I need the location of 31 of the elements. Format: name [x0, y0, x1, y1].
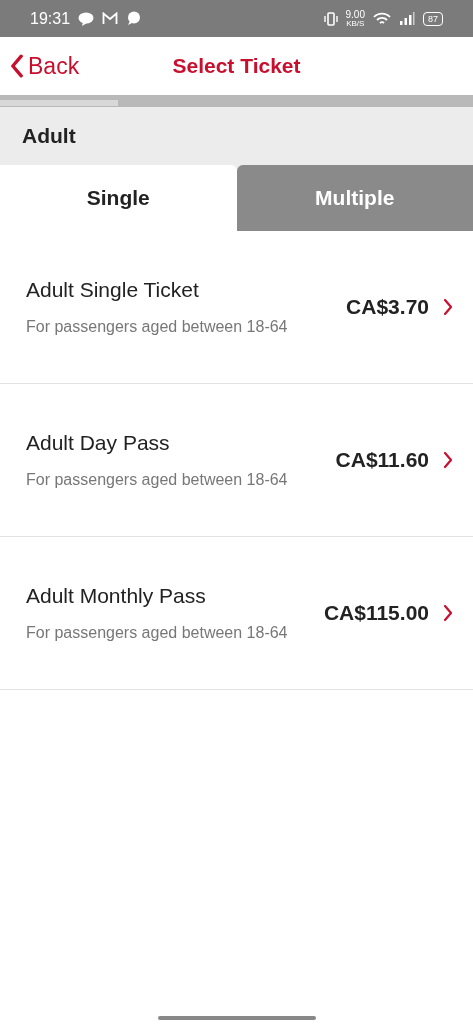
ticket-description: For passengers aged between 18-64	[26, 624, 289, 642]
chevron-right-icon	[443, 604, 453, 622]
section-heading: Adult	[0, 107, 473, 165]
speed-unit: KB/S	[346, 19, 365, 28]
signal-icon	[399, 12, 415, 25]
ticket-row[interactable]: Adult Monthly Pass For passengers aged between 18-64 CA$115.00	[0, 537, 473, 690]
chevron-right-icon	[443, 451, 453, 469]
battery-icon: 87	[423, 11, 443, 26]
chat-icon	[78, 11, 95, 26]
ticket-row[interactable]: Adult Day Pass For passengers aged between 18-64 CA$11.60	[0, 384, 473, 537]
back-button[interactable]: Back	[10, 52, 80, 80]
ticket-description: For passengers aged between 18-64	[26, 471, 289, 489]
mail-icon	[102, 12, 119, 25]
page-title: Select Ticket	[172, 54, 301, 78]
ticket-row[interactable]: Adult Single Ticket For passengers aged between 18-64 CA$3.70	[0, 231, 473, 384]
ticket-name: Adult Single Ticket	[26, 278, 200, 302]
wifi-icon	[373, 11, 391, 26]
ticket-name: Adult Monthly Pass	[26, 584, 207, 608]
ticket-name: Adult Day Pass	[26, 431, 171, 455]
message-icon	[126, 11, 142, 26]
home-indicator[interactable]	[157, 1016, 316, 1020]
back-icon	[10, 54, 24, 78]
chevron-right-icon	[443, 298, 453, 316]
network-speed: 9.00	[345, 9, 365, 20]
ticket-description: For passengers aged between 18-64	[26, 318, 289, 336]
ticket-price: CA$115.00	[323, 601, 429, 625]
status-time: 19:31	[30, 9, 71, 28]
ticket-type-tab[interactable]: Single	[0, 165, 237, 231]
vibrate-icon	[323, 11, 338, 26]
ticket-price: CA$3.70	[346, 295, 429, 319]
ticket-price: CA$11.60	[335, 448, 429, 472]
